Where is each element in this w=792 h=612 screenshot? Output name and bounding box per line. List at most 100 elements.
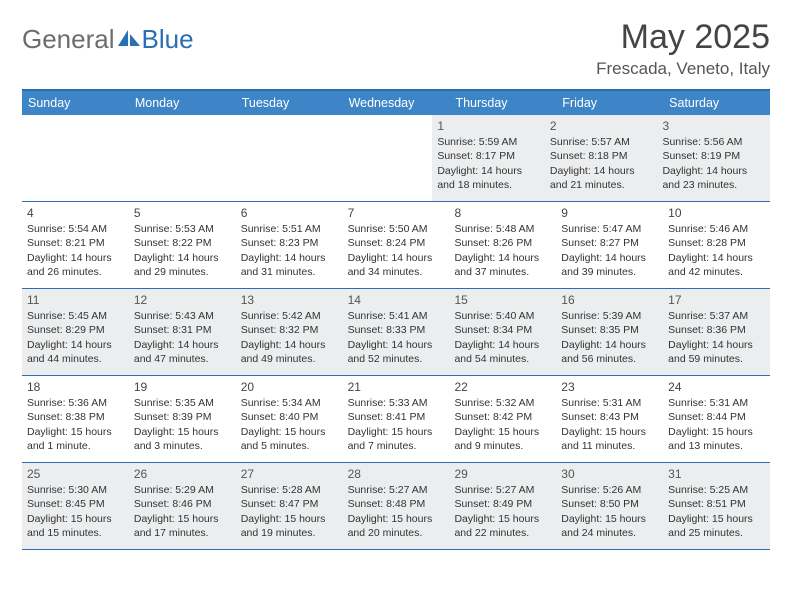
weekday-header-row: SundayMondayTuesdayWednesdayThursdayFrid… (22, 91, 770, 115)
daylight-text: Daylight: 14 hours and 52 minutes. (348, 338, 445, 366)
sunset-text: Sunset: 8:39 PM (134, 410, 231, 424)
daylight-text: Daylight: 14 hours and 31 minutes. (241, 251, 338, 279)
empty-day-cell (227, 115, 330, 201)
day-number: 26 (134, 466, 231, 482)
sunset-text: Sunset: 8:50 PM (561, 497, 658, 511)
sunset-text: Sunset: 8:32 PM (241, 323, 338, 337)
sunset-text: Sunset: 8:51 PM (668, 497, 765, 511)
sunrise-text: Sunrise: 5:29 AM (134, 483, 231, 497)
sunrise-text: Sunrise: 5:31 AM (561, 396, 658, 410)
sunrise-text: Sunrise: 5:50 AM (348, 222, 445, 236)
day-number: 24 (668, 379, 765, 395)
sunrise-text: Sunrise: 5:48 AM (454, 222, 551, 236)
day-number: 29 (454, 466, 551, 482)
brand-text-general: General (22, 24, 115, 55)
sunrise-text: Sunrise: 5:37 AM (668, 309, 765, 323)
day-cell: 23Sunrise: 5:31 AMSunset: 8:43 PMDayligh… (556, 376, 663, 462)
sunrise-text: Sunrise: 5:36 AM (27, 396, 124, 410)
day-number: 11 (27, 292, 124, 308)
sunset-text: Sunset: 8:34 PM (454, 323, 551, 337)
daylight-text: Daylight: 15 hours and 20 minutes. (348, 512, 445, 540)
day-number: 14 (348, 292, 445, 308)
daylight-text: Daylight: 14 hours and 56 minutes. (561, 338, 658, 366)
sunset-text: Sunset: 8:48 PM (348, 497, 445, 511)
sunset-text: Sunset: 8:36 PM (668, 323, 765, 337)
day-number: 30 (561, 466, 658, 482)
sunrise-text: Sunrise: 5:45 AM (27, 309, 124, 323)
day-cell: 10Sunrise: 5:46 AMSunset: 8:28 PMDayligh… (663, 202, 770, 288)
week-row: 25Sunrise: 5:30 AMSunset: 8:45 PMDayligh… (22, 463, 770, 550)
day-number: 5 (134, 205, 231, 221)
day-cell: 5Sunrise: 5:53 AMSunset: 8:22 PMDaylight… (129, 202, 236, 288)
sunset-text: Sunset: 8:49 PM (454, 497, 551, 511)
weeks-container: 1Sunrise: 5:59 AMSunset: 8:17 PMDaylight… (22, 115, 770, 550)
sunset-text: Sunset: 8:21 PM (27, 236, 124, 250)
daylight-text: Daylight: 15 hours and 5 minutes. (241, 425, 338, 453)
day-cell: 7Sunrise: 5:50 AMSunset: 8:24 PMDaylight… (343, 202, 450, 288)
weekday-header: Friday (556, 91, 663, 115)
sunset-text: Sunset: 8:44 PM (668, 410, 765, 424)
daylight-text: Daylight: 15 hours and 9 minutes. (454, 425, 551, 453)
sunrise-text: Sunrise: 5:33 AM (348, 396, 445, 410)
sunset-text: Sunset: 8:22 PM (134, 236, 231, 250)
sunset-text: Sunset: 8:23 PM (241, 236, 338, 250)
sunrise-text: Sunrise: 5:42 AM (241, 309, 338, 323)
day-cell: 28Sunrise: 5:27 AMSunset: 8:48 PMDayligh… (343, 463, 450, 549)
sunset-text: Sunset: 8:45 PM (27, 497, 124, 511)
daylight-text: Daylight: 14 hours and 26 minutes. (27, 251, 124, 279)
sunset-text: Sunset: 8:43 PM (561, 410, 658, 424)
sunset-text: Sunset: 8:19 PM (662, 149, 765, 163)
day-number: 6 (241, 205, 338, 221)
day-number: 4 (27, 205, 124, 221)
weekday-header: Monday (129, 91, 236, 115)
day-cell: 19Sunrise: 5:35 AMSunset: 8:39 PMDayligh… (129, 376, 236, 462)
day-cell: 24Sunrise: 5:31 AMSunset: 8:44 PMDayligh… (663, 376, 770, 462)
daylight-text: Daylight: 15 hours and 1 minute. (27, 425, 124, 453)
empty-day-cell (22, 115, 125, 201)
daylight-text: Daylight: 15 hours and 17 minutes. (134, 512, 231, 540)
daylight-text: Daylight: 14 hours and 29 minutes. (134, 251, 231, 279)
day-cell: 6Sunrise: 5:51 AMSunset: 8:23 PMDaylight… (236, 202, 343, 288)
sunrise-text: Sunrise: 5:46 AM (668, 222, 765, 236)
sunrise-text: Sunrise: 5:27 AM (348, 483, 445, 497)
week-row: 18Sunrise: 5:36 AMSunset: 8:38 PMDayligh… (22, 376, 770, 463)
daylight-text: Daylight: 14 hours and 54 minutes. (454, 338, 551, 366)
sunrise-text: Sunrise: 5:54 AM (27, 222, 124, 236)
day-number: 17 (668, 292, 765, 308)
daylight-text: Daylight: 14 hours and 18 minutes. (437, 164, 540, 192)
brand-text-blue: Blue (142, 24, 194, 55)
weekday-header: Saturday (663, 91, 770, 115)
daylight-text: Daylight: 15 hours and 22 minutes. (454, 512, 551, 540)
day-number: 9 (561, 205, 658, 221)
month-title: May 2025 (596, 18, 770, 57)
sunset-text: Sunset: 8:47 PM (241, 497, 338, 511)
daylight-text: Daylight: 15 hours and 11 minutes. (561, 425, 658, 453)
sunrise-text: Sunrise: 5:41 AM (348, 309, 445, 323)
sunrise-text: Sunrise: 5:28 AM (241, 483, 338, 497)
day-number: 23 (561, 379, 658, 395)
day-number: 31 (668, 466, 765, 482)
day-cell: 14Sunrise: 5:41 AMSunset: 8:33 PMDayligh… (343, 289, 450, 375)
day-number: 3 (662, 118, 765, 134)
sunset-text: Sunset: 8:18 PM (550, 149, 653, 163)
sunrise-text: Sunrise: 5:47 AM (561, 222, 658, 236)
day-number: 22 (454, 379, 551, 395)
sunrise-text: Sunrise: 5:51 AM (241, 222, 338, 236)
day-number: 13 (241, 292, 338, 308)
daylight-text: Daylight: 14 hours and 59 minutes. (668, 338, 765, 366)
sunset-text: Sunset: 8:35 PM (561, 323, 658, 337)
sunrise-text: Sunrise: 5:31 AM (668, 396, 765, 410)
day-number: 19 (134, 379, 231, 395)
daylight-text: Daylight: 14 hours and 49 minutes. (241, 338, 338, 366)
sunrise-text: Sunrise: 5:57 AM (550, 135, 653, 149)
empty-day-cell (125, 115, 228, 201)
day-cell: 18Sunrise: 5:36 AMSunset: 8:38 PMDayligh… (22, 376, 129, 462)
day-cell: 9Sunrise: 5:47 AMSunset: 8:27 PMDaylight… (556, 202, 663, 288)
day-cell: 27Sunrise: 5:28 AMSunset: 8:47 PMDayligh… (236, 463, 343, 549)
daylight-text: Daylight: 14 hours and 47 minutes. (134, 338, 231, 366)
sunrise-text: Sunrise: 5:40 AM (454, 309, 551, 323)
day-cell: 22Sunrise: 5:32 AMSunset: 8:42 PMDayligh… (449, 376, 556, 462)
sunrise-text: Sunrise: 5:25 AM (668, 483, 765, 497)
daylight-text: Daylight: 14 hours and 42 minutes. (668, 251, 765, 279)
day-cell: 17Sunrise: 5:37 AMSunset: 8:36 PMDayligh… (663, 289, 770, 375)
